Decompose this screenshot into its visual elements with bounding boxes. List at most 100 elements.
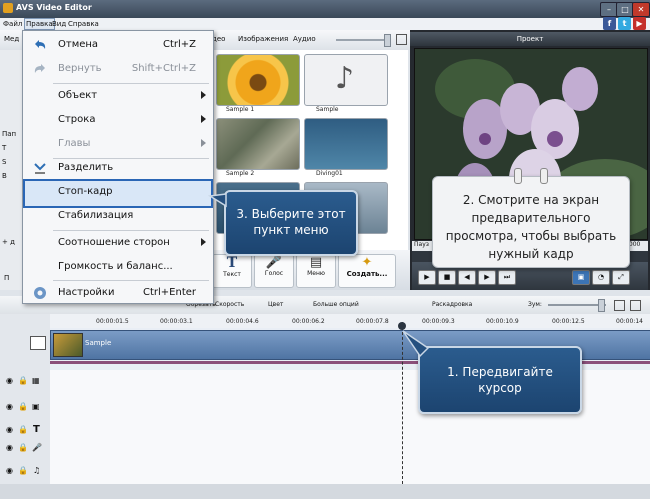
lock-icon[interactable]: 🔒 — [18, 402, 28, 411]
menu-item-object[interactable]: Объект — [24, 84, 212, 108]
submenu-arrow-icon — [201, 139, 206, 147]
play-icon[interactable]: ▶ — [418, 270, 436, 285]
menu-file[interactable]: Файл — [3, 18, 22, 30]
volume-icon[interactable]: ◔ — [592, 270, 610, 285]
voice-track[interactable] — [50, 438, 650, 461]
zoom-slider-handle[interactable] — [598, 299, 605, 312]
overlay-track-header: ◉ 🔒 ▣ — [0, 396, 50, 423]
menu-item-line[interactable]: Строка — [24, 108, 212, 132]
text-track[interactable] — [50, 422, 650, 439]
menu-item-redo[interactable]: Вернуть Shift+Ctrl+Z — [24, 57, 212, 81]
tab-video[interactable]: део — [212, 35, 225, 43]
tab-images[interactable]: Изображения — [238, 35, 288, 43]
lock-icon[interactable]: 🔒 — [18, 443, 28, 452]
menu-item-label: Строка — [58, 114, 96, 125]
eye-icon[interactable]: ◉ — [6, 443, 13, 452]
timeline-scrollbar[interactable] — [0, 484, 650, 499]
thumbnail-sample-2[interactable] — [216, 118, 300, 170]
create-button[interactable]: ✦ Создать... — [338, 254, 396, 288]
text-button[interactable]: T Текст — [212, 254, 252, 288]
folder-item[interactable]: В — [2, 172, 7, 180]
menu-item-undo[interactable]: Отмена Ctrl+Z — [24, 33, 212, 57]
menu-edit[interactable]: Правка — [24, 18, 55, 30]
timeline-ruler[interactable]: 00:00:01.5 00:00:03.1 00:00:04.6 00:00:0… — [50, 314, 650, 328]
menu-item-volume-balance[interactable]: Громкость и баланс... — [24, 255, 212, 279]
ruler-tick-label: 00:00:12.5 — [552, 318, 585, 325]
lock-icon[interactable]: 🔒 — [18, 425, 28, 434]
facebook-icon[interactable]: f — [603, 17, 616, 30]
menu-shortcut: Ctrl+Z — [162, 39, 196, 50]
text-track-header: ◉ 🔒 T — [0, 422, 50, 439]
lock-icon[interactable]: 🔒 — [18, 376, 28, 385]
thumb-view-icon[interactable] — [396, 34, 407, 45]
folder-item[interactable]: S — [2, 158, 6, 166]
video-track-icon — [30, 336, 46, 350]
clip-thumbnail — [53, 333, 83, 357]
previous-frame-icon[interactable]: ◀ — [458, 270, 476, 285]
ruler-tick-label: 00:00:10.9 — [486, 318, 519, 325]
menu-bar: Файл Правка Вид Справка — [0, 18, 650, 30]
effects-toolbar: T Текст 🎤 Голос ▤ Меню ✦ Создать... — [210, 250, 410, 290]
eye-icon[interactable]: ◉ — [6, 376, 13, 385]
thumbnail-label: Diving01 — [316, 170, 343, 177]
menu-item-label: Разделить — [58, 162, 114, 173]
menu-item-aspect-ratio[interactable]: Соотношение сторон — [24, 231, 212, 255]
callout-text: 1. Передвигайте курсор — [447, 365, 553, 395]
ruler-tick-label: 00:00:14 — [616, 318, 643, 325]
eye-icon[interactable]: ◉ — [6, 402, 13, 411]
lock-icon[interactable]: 🔒 — [18, 466, 28, 475]
thumbnail-sample-audio[interactable]: ♪ — [304, 54, 388, 106]
menu-item-settings[interactable]: Настройки Ctrl+Enter — [24, 281, 212, 305]
fullscreen-icon[interactable]: ⤢ — [612, 270, 630, 285]
twitter-icon[interactable]: t — [618, 17, 631, 30]
more-options-button[interactable]: Больше опций — [313, 301, 359, 308]
menu-button[interactable]: ▤ Меню — [296, 254, 336, 288]
end-icon[interactable]: ⏭ — [498, 270, 516, 285]
color-button[interactable]: Цвет — [268, 301, 283, 308]
callout-step-3: 3. Выберите этот пункт меню — [224, 190, 358, 256]
thumbnail-sample-1[interactable] — [216, 54, 300, 106]
ruler-tick-label: 00:00:01.5 — [96, 318, 129, 325]
menu-view[interactable]: Вид — [52, 18, 66, 30]
menu-item-chapters[interactable]: Главы — [24, 132, 212, 156]
next-frame-icon[interactable]: ▶ — [478, 270, 496, 285]
voice-track-header: ◉ 🔒 🎤 — [0, 438, 50, 461]
undo-icon — [32, 37, 48, 53]
tab-media[interactable]: Мед — [4, 35, 19, 43]
thumbnail-label: Sample 2 — [226, 170, 255, 177]
effects-icon: ▦ — [32, 376, 40, 385]
menu-item-stabilization[interactable]: Стабилизация — [24, 204, 212, 228]
thumb-size-slider[interactable] — [336, 39, 388, 41]
storyboard-button[interactable]: Раскадровка — [432, 301, 472, 308]
pause-label: Пауз — [414, 241, 429, 248]
stop-icon[interactable]: ■ — [438, 270, 456, 285]
snapshot-icon[interactable]: ▣ — [572, 270, 590, 285]
title-bar: AVS Video Editor – □ ✕ — [0, 0, 650, 18]
zoom-in-icon[interactable] — [614, 300, 625, 311]
youtube-icon[interactable]: ▶ — [633, 17, 646, 30]
menu-shortcut: Ctrl+Enter — [142, 287, 196, 298]
submenu-arrow-icon — [201, 238, 206, 246]
menu-item-label: Главы — [58, 138, 91, 149]
music-track[interactable] — [50, 460, 650, 485]
slider-handle[interactable] — [384, 34, 391, 47]
add-folder-button[interactable]: + д — [2, 238, 15, 246]
folder-item[interactable]: Т — [2, 144, 6, 152]
zoom-fit-icon[interactable] — [630, 300, 641, 311]
ruler-tick-label: 00:00:06.2 — [292, 318, 325, 325]
menu-help[interactable]: Справка — [68, 18, 99, 30]
window-title: AVS Video Editor — [16, 3, 92, 12]
tab-audio[interactable]: Аудио — [293, 35, 316, 43]
menu-item-label: Стабилизация — [58, 210, 134, 221]
redo-icon — [32, 61, 48, 77]
thumbnail-diving01[interactable] — [304, 118, 388, 170]
eye-icon[interactable]: ◉ — [6, 425, 13, 434]
eye-icon[interactable]: ◉ — [6, 466, 13, 475]
menu-item-split[interactable]: Разделить — [24, 156, 212, 180]
create-icon: ✦ — [361, 255, 373, 270]
voice-button[interactable]: 🎤 Голос — [254, 254, 294, 288]
music-track-header: ◉ 🔒 ♫ — [0, 460, 50, 485]
binder-ring — [514, 168, 522, 184]
close-button[interactable]: ✕ — [632, 2, 650, 17]
speed-button[interactable]: Скорость — [215, 301, 244, 308]
